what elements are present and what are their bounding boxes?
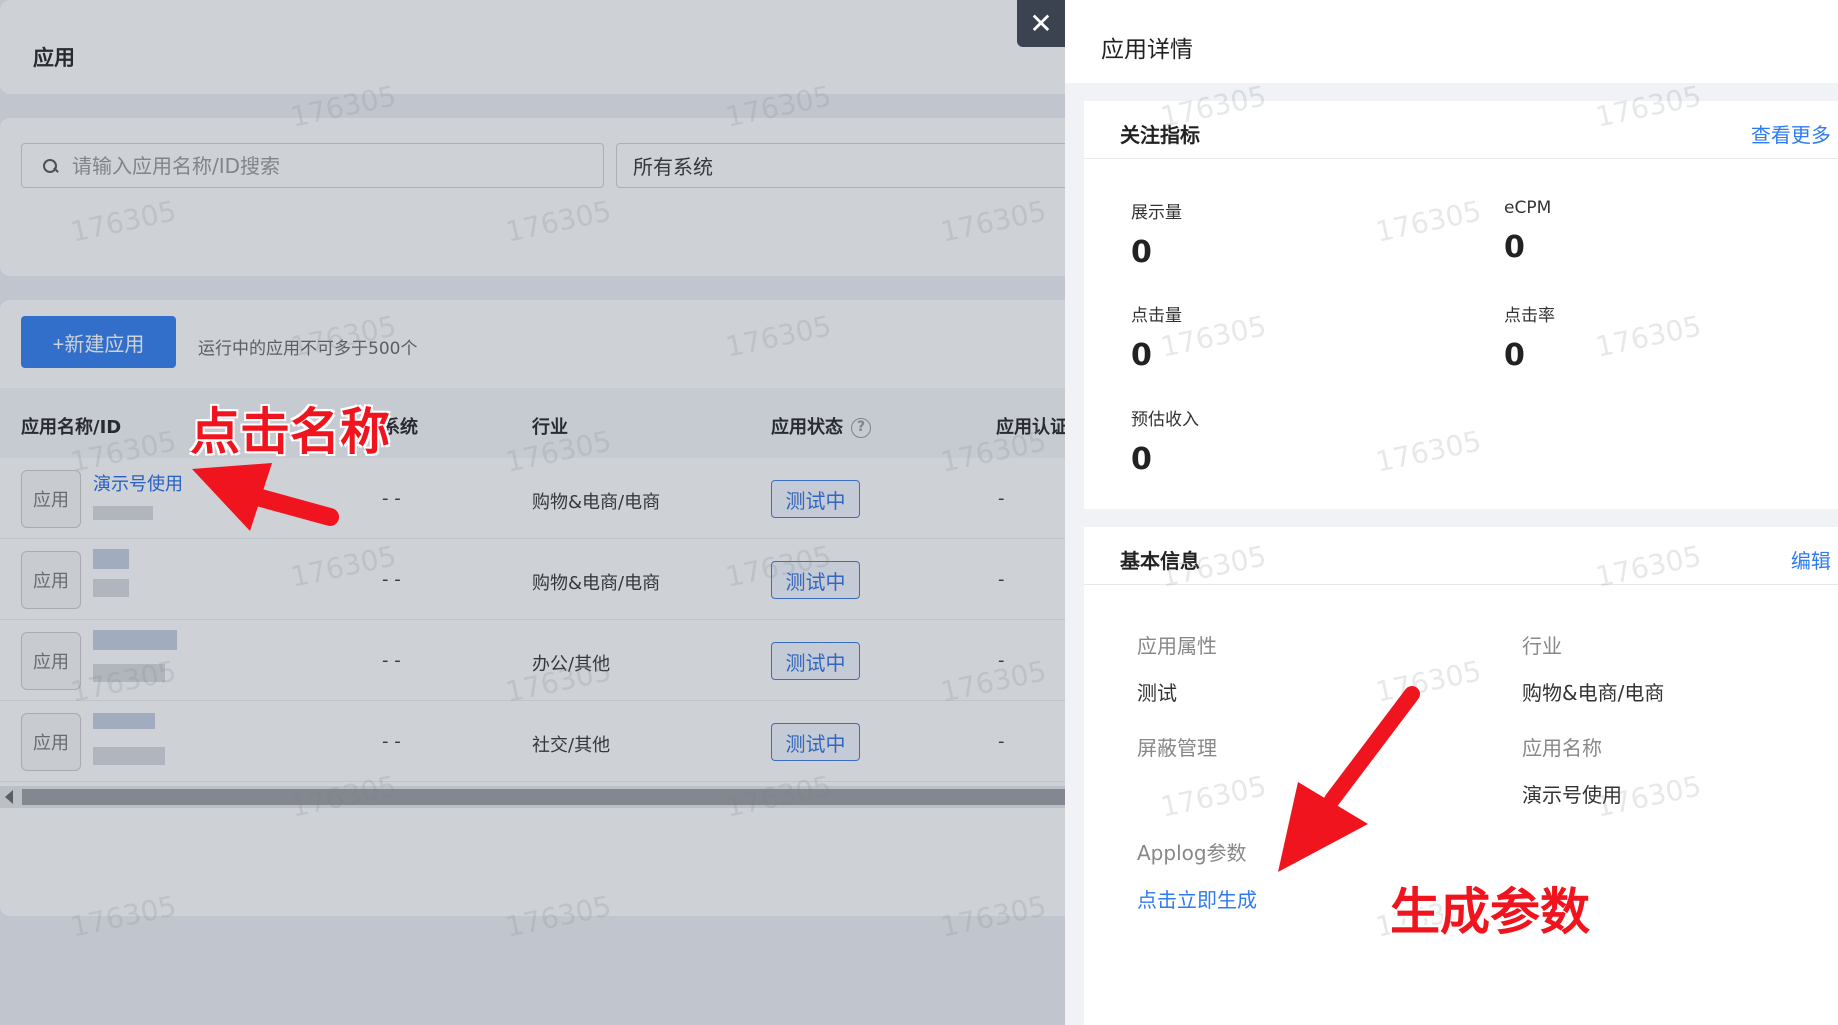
app-name-link[interactable]: 演示号使用	[93, 470, 183, 496]
metrics-section: 关注指标 查看更多 > 展示量 0 eCPM 0 点击量 0 点击率 0 预估收…	[1084, 101, 1838, 509]
app-icon: 应用	[21, 713, 81, 771]
page-title: 应用	[33, 46, 75, 70]
certification-cell: -	[998, 488, 1005, 509]
industry-cell: 购物&电商/电商	[532, 492, 661, 513]
certification-cell: -	[998, 731, 1005, 752]
annotation-gen-params: 生成参数	[1390, 883, 1590, 941]
view-more-link[interactable]: 查看更多 >	[1751, 119, 1838, 148]
table-row[interactable]: 应用 - - 办公/其他 测试中 -	[0, 620, 1065, 701]
basic-info-label: 基本信息	[1120, 549, 1200, 573]
masked-name	[93, 549, 129, 569]
metric-value: 0	[1131, 235, 1152, 270]
search-box[interactable]	[21, 143, 604, 188]
metric-value: 0	[1131, 442, 1152, 477]
table-header: 应用名称/ID 系统 行业 应用状态? 应用认证	[0, 388, 1065, 458]
metric-label: 预估收入	[1131, 410, 1199, 430]
column-certification: 应用认证	[996, 417, 1065, 438]
table-row[interactable]: 应用 - - 购物&电商/电商 测试中 -	[0, 539, 1065, 620]
annotation-arrow-left	[192, 463, 339, 531]
info-value: 演示号使用	[1522, 783, 1622, 807]
column-status-label: 应用状态	[771, 417, 843, 438]
new-app-button[interactable]: +新建应用	[21, 316, 176, 368]
limit-hint: 运行中的应用不可多于500个	[198, 339, 418, 359]
industry-cell: 购物&电商/电商	[532, 573, 661, 594]
system-cell: - -	[382, 488, 401, 509]
certification-cell: -	[998, 650, 1005, 671]
metric-revenue: 预估收入 0	[1131, 405, 1199, 477]
info-label: 应用名称	[1522, 736, 1602, 760]
info-industry: 行业 购物&电商/电商	[1522, 630, 1664, 706]
search-icon	[40, 156, 60, 176]
column-app-name: 应用名称/ID	[21, 417, 122, 438]
column-industry: 行业	[532, 417, 568, 438]
column-status: 应用状态?	[771, 413, 871, 439]
drawer-header: 应用详情	[1065, 0, 1838, 83]
info-label: 应用属性	[1137, 634, 1217, 658]
system-cell: - -	[382, 569, 401, 590]
app-table-card: +新建应用 运行中的应用不可多于500个 应用名称/ID 系统 行业 应用状态?…	[0, 300, 1065, 916]
basic-info-header: 基本信息 编辑 >	[1084, 527, 1838, 585]
info-app-attribute: 应用属性 测试	[1137, 630, 1217, 706]
info-value: 测试	[1137, 681, 1177, 705]
app-icon: 应用	[21, 551, 81, 609]
metric-label: 展示量	[1131, 203, 1182, 223]
scroll-left-icon[interactable]	[5, 790, 13, 804]
app-list-page: 应用 所有系统 +新建应用 运行中的应用不可多于500个 应用名称/ID 系统 …	[0, 0, 1065, 1025]
metric-value: 0	[1131, 338, 1152, 373]
metric-clicks: 点击量 0	[1131, 301, 1182, 373]
metric-value: 0	[1504, 338, 1525, 373]
masked-id	[93, 747, 165, 765]
metrics-header: 关注指标 查看更多 >	[1084, 101, 1838, 159]
metrics-label: 关注指标	[1120, 123, 1200, 147]
industry-cell: 办公/其他	[532, 654, 611, 675]
app-icon: 应用	[21, 632, 81, 690]
basic-info-section: 基本信息 编辑 > 应用属性 测试 行业 购物&电商/电商 屏蔽管理 应用名称 …	[1084, 527, 1838, 1025]
masked-id	[93, 664, 165, 682]
metric-ecpm: eCPM 0	[1504, 198, 1551, 265]
status-badge: 测试中	[771, 723, 860, 761]
metric-value: 0	[1504, 230, 1525, 265]
search-input[interactable]	[72, 153, 572, 178]
annotation-arrow-down	[1278, 686, 1420, 872]
info-app-name: 应用名称 演示号使用	[1522, 732, 1622, 808]
certification-cell: -	[998, 569, 1005, 590]
metric-ctr: 点击率 0	[1504, 301, 1555, 373]
info-label: 行业	[1522, 634, 1562, 658]
system-cell: - -	[382, 731, 401, 752]
close-icon: ✕	[1029, 7, 1053, 40]
info-label: Applog参数	[1137, 841, 1247, 865]
masked-name	[93, 630, 177, 650]
table-row[interactable]: 应用 演示号使用 - - 购物&电商/电商 测试中 -	[0, 458, 1065, 539]
status-badge: 测试中	[771, 480, 860, 518]
info-value: 购物&电商/电商	[1522, 681, 1665, 705]
help-icon[interactable]: ?	[851, 418, 871, 438]
table-row[interactable]: 应用 - - 社交/其他 测试中 -	[0, 701, 1065, 782]
horizontal-scrollbar[interactable]	[0, 786, 1065, 808]
filter-panel: 所有系统	[0, 118, 1065, 276]
status-badge: 测试中	[771, 642, 860, 680]
close-drawer-button[interactable]: ✕	[1017, 0, 1065, 47]
masked-id	[93, 506, 153, 520]
metric-impressions: 展示量 0	[1131, 198, 1182, 270]
info-block-management: 屏蔽管理	[1137, 732, 1217, 779]
status-badge: 测试中	[771, 561, 860, 599]
masked-name	[93, 713, 155, 729]
annotation-click-name: 点击名称	[190, 403, 390, 461]
masked-id	[93, 579, 129, 597]
info-applog-params: Applog参数 点击立即生成	[1137, 837, 1257, 913]
info-label: 屏蔽管理	[1137, 736, 1217, 760]
page-header: 应用	[0, 0, 1065, 94]
app-icon: 应用	[21, 470, 81, 528]
drawer-title: 应用详情	[1101, 37, 1193, 63]
metric-label: eCPM	[1504, 198, 1552, 218]
generate-now-link[interactable]: 点击立即生成	[1137, 884, 1257, 913]
system-cell: - -	[382, 650, 401, 671]
edit-link[interactable]: 编辑 >	[1791, 545, 1838, 574]
metric-label: 点击率	[1504, 306, 1555, 326]
metric-label: 点击量	[1131, 306, 1182, 326]
industry-cell: 社交/其他	[532, 735, 611, 756]
system-select[interactable]: 所有系统	[616, 143, 1065, 188]
scrollbar-thumb[interactable]	[22, 789, 1065, 805]
